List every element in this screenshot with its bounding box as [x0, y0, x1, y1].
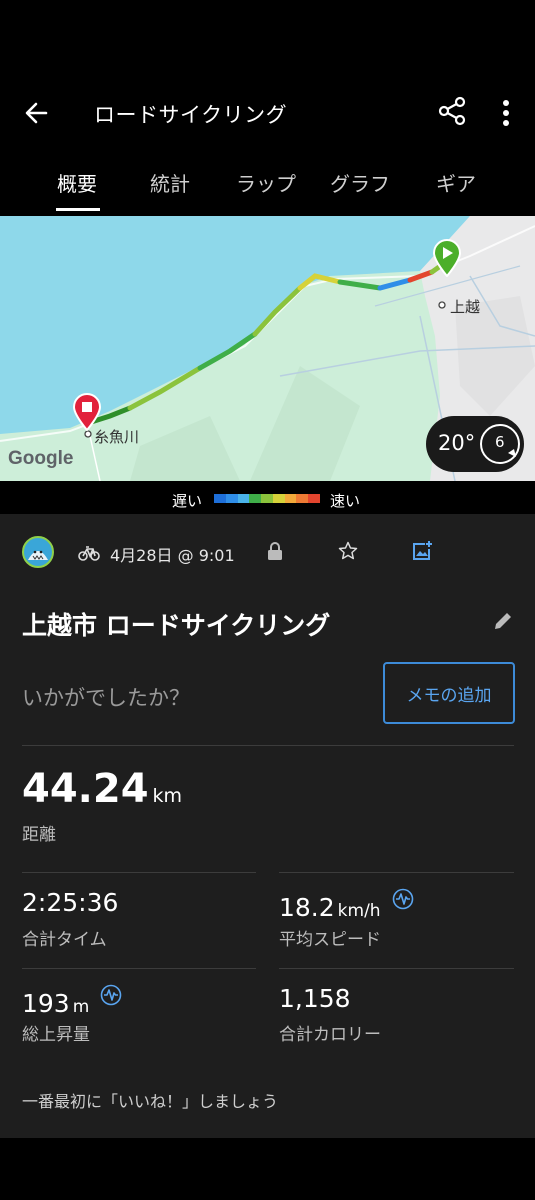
tab-laps[interactable]: ラップ: [236, 168, 296, 197]
calories-label: 合計カロリー: [279, 1025, 381, 1045]
add-photo-icon[interactable]: [411, 540, 433, 562]
activity-panel: 4月28日 @ 9:01 上越市 ロードサイクリング いかがでしたか？ メモの追…: [0, 514, 535, 1138]
legend-swatch: [261, 494, 273, 503]
legend-swatch: [308, 494, 321, 503]
distance-value: 44.24: [22, 766, 149, 812]
start-marker-icon: [432, 239, 462, 277]
weather-widget[interactable]: 20° 6: [426, 416, 524, 472]
ascent-stat: 193 m: [22, 984, 122, 1018]
avg-speed-stat: 18.2 km/h: [279, 888, 414, 922]
add-memo-button[interactable]: メモの追加: [383, 662, 515, 724]
distance-label: 距離: [22, 825, 56, 845]
divider: [22, 872, 256, 873]
tab-overview[interactable]: 概要: [57, 168, 97, 197]
share-icon[interactable]: [436, 94, 468, 128]
bottom-bar: [0, 1138, 535, 1200]
total-time-stat: 2:25:36: [22, 888, 118, 917]
distance-stat: 44.24 km: [22, 766, 182, 812]
calories-value: 1,158: [279, 984, 351, 1013]
pulse-icon[interactable]: [392, 888, 414, 910]
more-vertical-icon[interactable]: [492, 96, 520, 130]
tab-gear[interactable]: ギア: [436, 168, 476, 197]
divider: [22, 745, 514, 746]
avg-speed-unit: km/h: [337, 901, 381, 921]
legend-swatch: [249, 494, 262, 503]
bicycle-icon: [78, 546, 100, 561]
tab-bar: 概要 統計 ラップ グラフ ギア: [0, 160, 535, 212]
divider: [279, 968, 514, 969]
ascent-value: 193: [22, 989, 70, 1018]
google-logo: Google: [8, 448, 74, 469]
activity-title: 上越市 ロードサイクリング: [22, 611, 331, 640]
legend-swatch: [214, 494, 226, 503]
legend-swatch: [272, 494, 285, 503]
lock-icon[interactable]: [266, 541, 284, 561]
star-icon[interactable]: [338, 541, 358, 561]
memo-prompt: いかがでしたか？: [22, 686, 190, 710]
total-time-label: 合計タイム: [22, 930, 107, 950]
finish-marker-icon: [72, 393, 102, 431]
active-tab-indicator: [56, 208, 100, 211]
wind-speed: 6: [495, 433, 505, 451]
legend-slow-label: 遅い: [172, 492, 203, 510]
legend-swatch: [284, 494, 297, 503]
legend-swatch: [225, 494, 238, 503]
shark-avatar-icon[interactable]: [22, 536, 54, 568]
divider: [22, 968, 256, 969]
legend-fast-label: 速い: [330, 492, 361, 510]
pulse-icon[interactable]: [100, 984, 122, 1006]
distance-unit: km: [152, 785, 183, 807]
arrow-left-icon[interactable]: [20, 96, 54, 130]
temperature: 20°: [438, 431, 476, 455]
app-bar: ロードサイクリング: [0, 80, 535, 146]
page-title: ロードサイクリング: [94, 103, 288, 127]
calories-stat: 1,158: [279, 984, 351, 1013]
like-prompt[interactable]: 一番最初に「いいね！」しましょう: [22, 1088, 278, 1112]
place-label-joetsu: 上越: [450, 298, 481, 316]
tab-graph[interactable]: グラフ: [330, 168, 390, 197]
legend-swatch: [237, 494, 250, 503]
legend-gradient: [214, 494, 321, 503]
pencil-icon[interactable]: [492, 610, 514, 632]
divider: [279, 872, 514, 873]
route-map[interactable]: 上越 糸魚川 Google 20° 6: [0, 216, 535, 481]
legend-swatch: [296, 494, 309, 503]
ascent-label: 総上昇量: [22, 1025, 90, 1045]
speed-legend: 遅い 速い: [0, 486, 535, 514]
avg-speed-label: 平均スピード: [279, 930, 381, 950]
activity-date: 4月28日 @ 9:01: [110, 546, 235, 565]
activity-meta-row: 4月28日 @ 9:01: [0, 536, 535, 572]
ascent-unit: m: [72, 997, 90, 1017]
tab-stats[interactable]: 統計: [150, 168, 190, 197]
avg-speed-value: 18.2: [279, 893, 335, 922]
total-time-value: 2:25:36: [22, 888, 119, 917]
